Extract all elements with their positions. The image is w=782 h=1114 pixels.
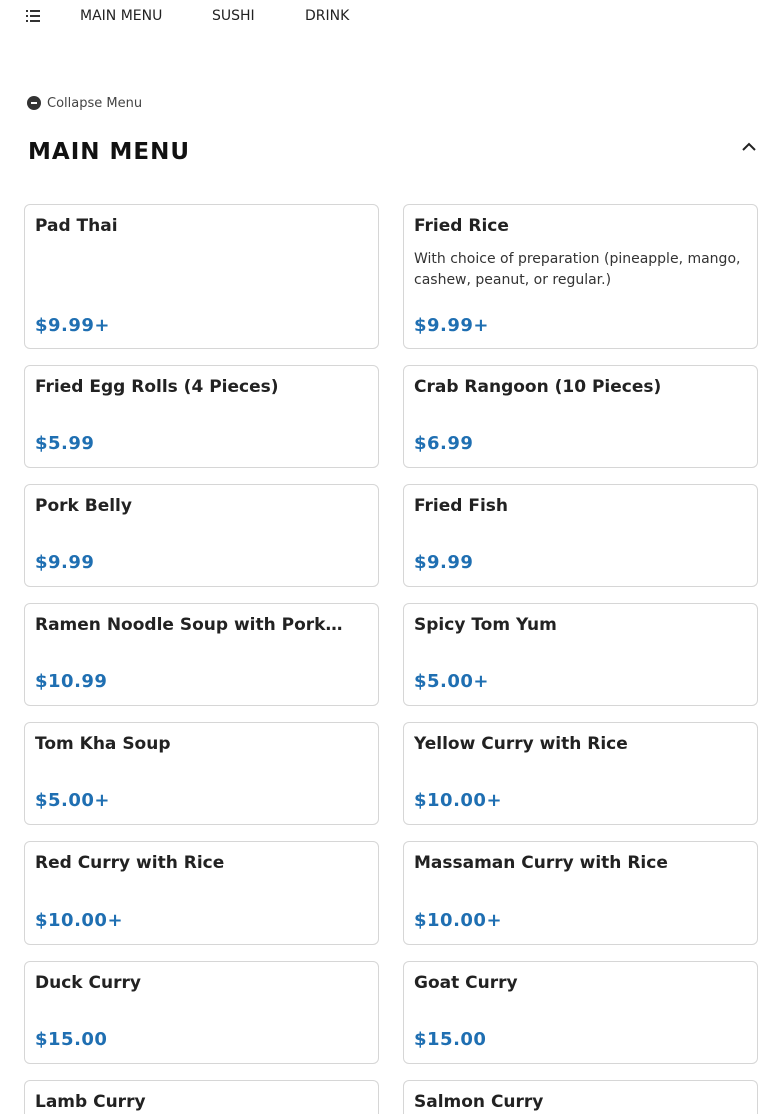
item-name: Pork Belly [35,496,132,516]
menu-item-card[interactable]: Pork Belly $9.99 [24,484,379,587]
item-price: $9.99 [35,552,95,573]
item-name: Red Curry with Rice [35,853,225,873]
item-price: $5.00+ [414,671,490,692]
item-name: Lamb Curry [35,1092,146,1112]
menu-item-card[interactable]: Crab Rangoon (10 Pieces) $6.99 [403,365,758,468]
collapse-menu-label: Collapse Menu [47,95,143,111]
item-name: Crab Rangoon (10 Pieces) [414,377,662,397]
menu-item-card[interactable]: Duck Curry $15.00 [24,961,379,1064]
item-price: $9.99 [414,552,474,573]
item-name: Massaman Curry with Rice [414,853,668,873]
item-name: Duck Curry [35,973,141,993]
item-name: Goat Curry [414,973,518,993]
item-price: $10.00+ [414,910,503,931]
nav-drink[interactable]: DRINK [305,8,349,24]
item-price: $5.99 [35,433,95,454]
menu-item-card[interactable]: Ramen Noodle Soup with Pork… $10.99 [24,603,379,706]
menu-item-card[interactable]: Spicy Tom Yum $5.00+ [403,603,758,706]
item-price: $15.00 [414,1029,487,1050]
item-price: $10.99 [35,671,108,692]
item-description: With choice of preparation (pineapple, m… [414,251,741,288]
item-name: Fried Rice [414,216,509,236]
menu-item-card[interactable]: Salmon Curry [403,1080,758,1114]
item-name: Salmon Curry [414,1092,544,1112]
menu-item-card[interactable]: Pad Thai $9.99+ [24,204,379,349]
item-price: $15.00 [35,1029,108,1050]
item-name: Ramen Noodle Soup with Pork… [35,615,343,635]
item-price: $9.99+ [35,315,111,336]
nav-main-menu[interactable]: MAIN MENU [80,8,162,24]
item-price: $9.99+ [414,315,490,336]
item-name: Tom Kha Soup [35,734,171,754]
item-price: $6.99 [414,433,474,454]
minus-circle-icon [27,96,41,110]
menu-item-card[interactable]: Tom Kha Soup $5.00+ [24,722,379,825]
item-name: Fried Egg Rolls (4 Pieces) [35,377,279,397]
menu-item-card[interactable]: Red Curry with Rice $10.00+ [24,841,379,945]
item-price: $5.00+ [35,790,111,811]
nav-sushi[interactable]: SUSHI [212,8,255,24]
section-title: MAIN MENU [28,139,191,165]
item-name: Fried Fish [414,496,509,516]
list-icon[interactable] [26,10,40,22]
menu-item-card[interactable]: Goat Curry $15.00 [403,961,758,1064]
top-navigation: MAIN MENU SUSHI DRINK [0,0,782,34]
menu-item-card[interactable]: Fried Rice With choice of preparation (p… [403,204,758,349]
item-name: Yellow Curry with Rice [414,734,628,754]
item-price: $10.00+ [35,910,124,931]
menu-item-card[interactable]: Lamb Curry [24,1080,379,1114]
item-name: Pad Thai [35,216,118,236]
menu-item-card[interactable]: Yellow Curry with Rice $10.00+ [403,722,758,825]
item-name: Spicy Tom Yum [414,615,557,635]
item-price: $10.00+ [414,790,503,811]
menu-item-card[interactable]: Fried Egg Rolls (4 Pieces) $5.99 [24,365,379,468]
chevron-up-icon[interactable] [740,139,758,153]
menu-item-card[interactable]: Fried Fish $9.99 [403,484,758,587]
collapse-menu-button[interactable]: Collapse Menu [27,95,142,111]
menu-item-card[interactable]: Massaman Curry with Rice $10.00+ [403,841,758,945]
